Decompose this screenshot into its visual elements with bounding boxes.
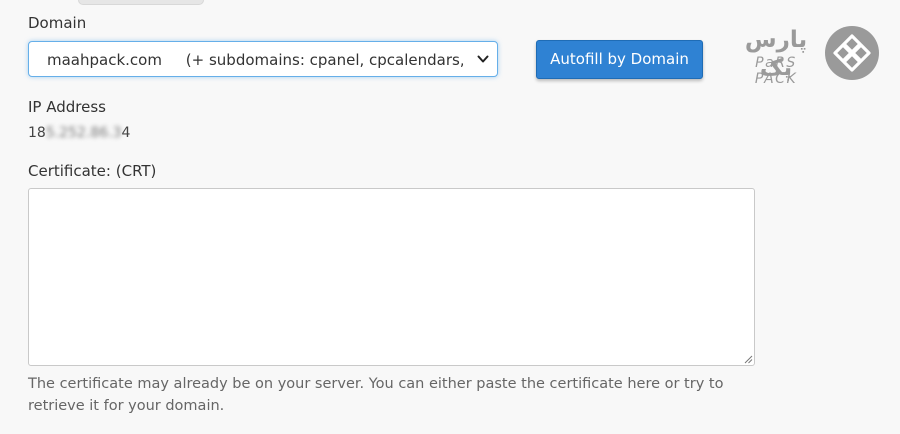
domain-select-value: maahpack.com (+ subdomains: cpanel, cpca… <box>47 51 463 69</box>
logo-text-en: PaRS PACK <box>754 55 798 87</box>
ip-visible-suffix: 4 <box>121 125 131 141</box>
ip-address-label: IP Address <box>28 98 106 116</box>
ip-visible-prefix: 18 <box>28 125 46 141</box>
domain-label: Domain <box>28 14 87 32</box>
certificate-help-text: The certificate may already be on your s… <box>28 376 724 414</box>
chevron-down-icon <box>477 55 489 63</box>
certificate-textarea[interactable] <box>28 188 755 366</box>
certificate-label: Certificate: (CRT) <box>28 162 157 180</box>
ip-obscured-part: 5.252.86.3 <box>45 125 122 141</box>
autofill-by-domain-button[interactable]: Autofill by Domain <box>536 40 703 79</box>
diamond-grid-logo-icon <box>825 26 879 80</box>
parspack-logo: پارس پک PaRS PACK <box>730 26 882 87</box>
domain-select[interactable]: maahpack.com (+ subdomains: cpanel, cpca… <box>28 41 498 77</box>
resize-grip-icon[interactable] <box>743 354 753 364</box>
ip-address-value: 185.252.86.34 <box>28 124 130 142</box>
previous-control-edge <box>78 0 204 5</box>
